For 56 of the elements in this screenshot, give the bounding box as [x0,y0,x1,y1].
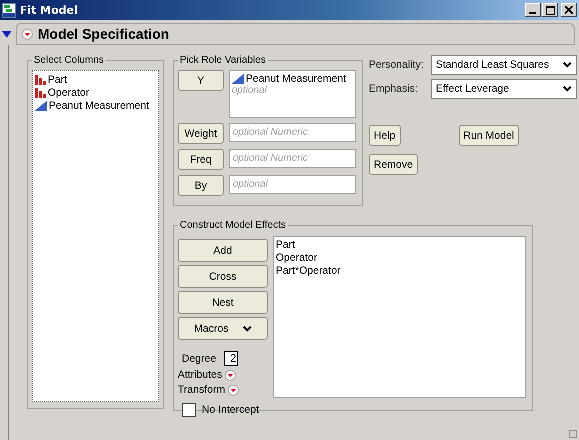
effect-button[interactable]: Add [178,239,268,262]
role-button[interactable]: By [178,175,224,196]
group-title: Pick Role Variables [179,55,267,66]
close-icon [565,6,573,14]
effect-item[interactable]: Operator [276,251,523,264]
maximize-icon [546,6,554,14]
app-icon [2,2,16,18]
caret-icon [563,86,572,92]
run-model-button[interactable]: Run Model [458,125,520,146]
placeholder-text: optional [232,85,268,96]
caret-icon [563,62,572,68]
resize-grip[interactable] [569,430,577,438]
bar-chart-icon [35,74,46,85]
effect-item[interactable]: Part*Operator [276,264,523,277]
effect-button[interactable]: Cross [178,265,268,288]
ramp-icon [35,100,47,110]
role-item[interactable]: Peanut Measurement [232,72,353,85]
role-field[interactable]: optional [229,175,356,194]
column-item[interactable]: Operator [35,86,156,99]
popup-label: Transform [178,384,226,396]
maximize-button[interactable] [542,3,558,17]
group-title: Select Columns [33,55,106,66]
popup-menu-icon[interactable] [22,28,33,40]
macros-dropdown[interactable]: Macros [178,317,268,340]
personality-dropdown[interactable]: Standard Least Squares [431,55,577,75]
window-title: Fit Model [20,4,79,16]
help-button[interactable]: Help [369,125,401,146]
ramp-icon [232,74,244,84]
role-button[interactable]: Weight [178,123,224,144]
personality-label: Personality: [369,59,425,71]
role-button[interactable]: Freq [178,149,224,170]
emphasis-dropdown[interactable]: Effect Leverage [431,79,577,99]
column-item[interactable]: Peanut Measurement [35,99,156,112]
checkbox[interactable] [182,403,196,417]
effect-item[interactable]: Part [276,238,523,251]
role-button[interactable]: Y [178,70,224,91]
popup-menu-icon[interactable] [228,384,240,396]
column-item[interactable]: Part [35,73,156,86]
bar-chart-icon [35,87,46,98]
group-title: Construct Model Effects [179,220,287,231]
popup-label: Attributes [178,369,222,381]
degree-label: Degree [182,352,216,364]
checkbox-label: No Intercept [202,404,260,416]
caret-icon [242,326,252,332]
effect-button[interactable]: Nest [178,291,268,314]
close-button[interactable] [561,3,577,17]
role-field[interactable]: optional Numeric [229,149,356,168]
degree-field[interactable]: 2 [224,351,238,366]
role-list[interactable]: Peanut Measurement optional [229,70,356,118]
outline-title: Model Specification [38,26,170,42]
role-field[interactable]: optional Numeric [229,123,356,142]
emphasis-label: Emphasis: [369,83,420,95]
disclosure-triangle-icon[interactable] [2,29,12,39]
remove-button[interactable]: Remove [369,154,418,175]
minimize-button[interactable] [525,3,541,17]
popup-menu-icon[interactable] [225,370,236,380]
